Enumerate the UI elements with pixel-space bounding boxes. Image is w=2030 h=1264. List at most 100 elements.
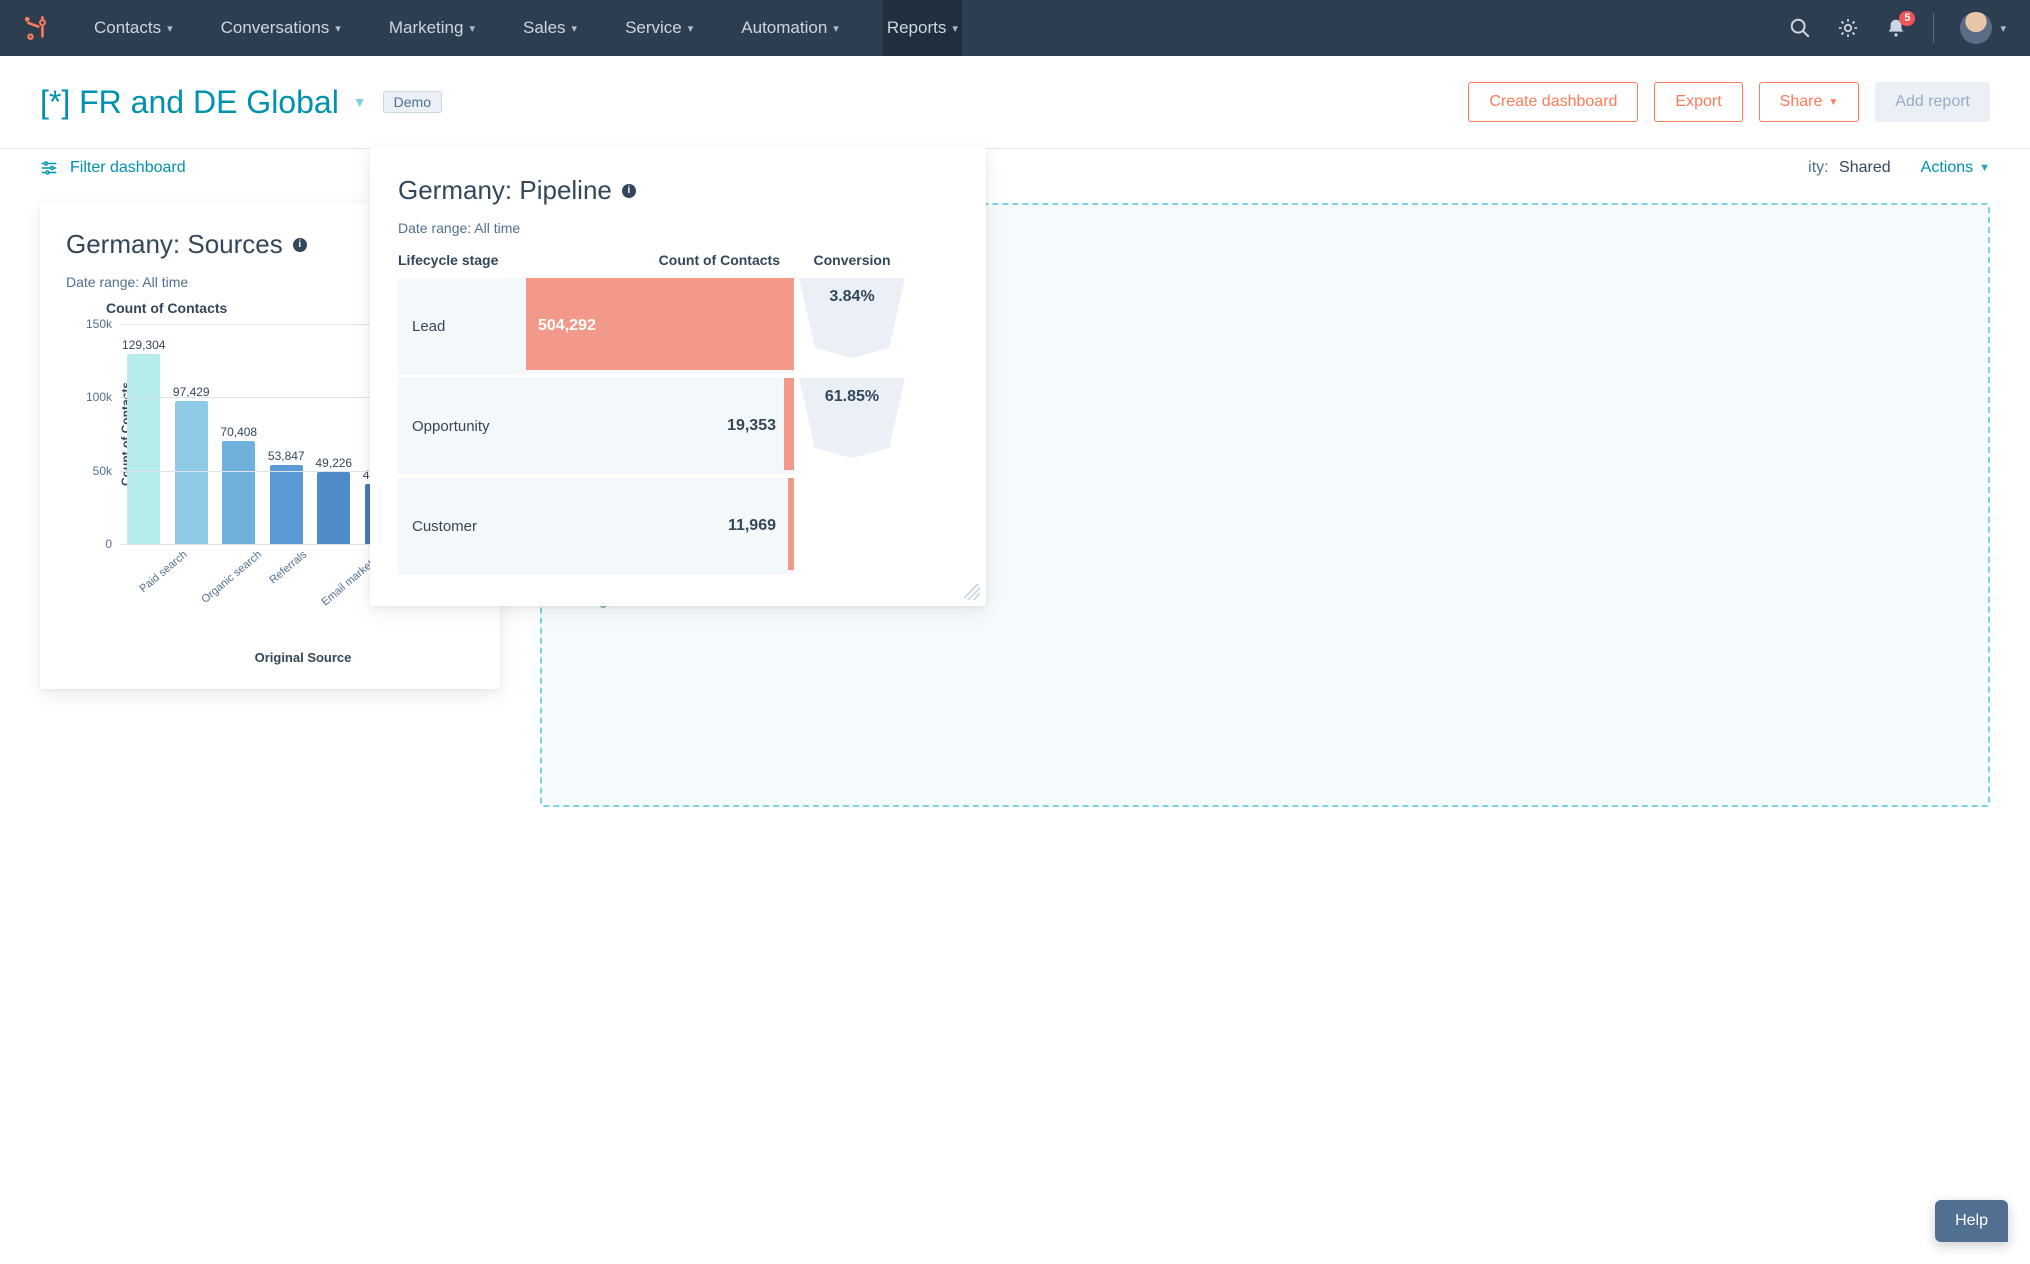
pipeline-row[interactable]: Lead 504,292 3.84% [398, 278, 976, 378]
notifications-icon[interactable]: 5 [1885, 17, 1907, 39]
account-menu[interactable]: ▾ [1960, 12, 2006, 44]
col-header-conv: Conversion [794, 252, 910, 268]
funnel-icon: 3.84% [799, 278, 905, 358]
chart-ytick: 50k [80, 464, 120, 478]
nav-item-label: Contacts [94, 18, 161, 38]
chart-bar[interactable]: 129,304 [120, 324, 168, 544]
chevron-down-icon: ▾ [469, 22, 475, 35]
chart-bar[interactable]: 53,847 [263, 324, 311, 544]
nav-item-marketing[interactable]: Marketing ▾ [385, 0, 479, 56]
search-icon[interactable] [1789, 17, 1811, 39]
pipeline-header-row: Lifecycle stage Count of Contacts Conver… [398, 236, 976, 278]
info-icon[interactable]: i [622, 184, 636, 198]
resize-handle-icon[interactable] [964, 584, 980, 600]
chevron-down-icon: ▼ [1979, 162, 1990, 174]
card-title: Germany: Pipeline i [398, 175, 976, 206]
nav-item-label: Automation [741, 18, 827, 38]
nav-item-label: Marketing [389, 18, 464, 38]
funnel-icon: 61.85% [799, 378, 905, 458]
chart-bar[interactable]: 70,408 [215, 324, 263, 544]
nav-item-sales[interactable]: Sales ▾ [519, 0, 581, 56]
visibility-indicator: ity: Shared [1808, 159, 1891, 177]
nav-item-service[interactable]: Service ▾ [621, 0, 697, 56]
pipeline-count-cell: 11,969 [526, 478, 794, 578]
chart-bar-value: 129,304 [122, 338, 165, 352]
pipeline-row[interactable]: Customer 11,969 [398, 478, 976, 578]
notification-badge: 5 [1899, 11, 1915, 26]
visibility-value: Shared [1839, 159, 1891, 176]
pipeline-count-value: 19,353 [727, 417, 776, 435]
chart-ytick: 0 [80, 537, 120, 551]
nav-item-label: Conversations [221, 18, 330, 38]
filter-dashboard-button[interactable]: Filter dashboard [40, 159, 186, 177]
chart-xtick: Organic search [196, 544, 292, 638]
card-title-text: Germany: Sources [66, 229, 283, 260]
pipeline-stage: Lead [398, 278, 526, 378]
pipeline-count-value: 504,292 [538, 317, 596, 335]
help-button[interactable]: Help [1935, 1200, 2008, 1242]
create-dashboard-button[interactable]: Create dashboard [1468, 82, 1638, 122]
dashboard-toolbar: Filter dashboard ity: Shared Actions ▼ [0, 148, 2030, 187]
nav-item-label: Reports [887, 18, 947, 38]
chevron-down-icon: ▼ [1828, 97, 1838, 108]
nav-menu: Contacts ▾ Conversations ▾ Marketing ▾ Sale… [90, 0, 1789, 56]
pipeline-conversion-cell: 3.84% [794, 278, 910, 378]
pipeline-count-cell: 19,353 [526, 378, 794, 478]
nav-item-conversations[interactable]: Conversations ▾ [217, 0, 345, 56]
report-card-pipeline[interactable]: Germany: Pipeline i Date range: All time… [370, 147, 986, 606]
chart-bar-value: 53,847 [268, 449, 305, 463]
hubspot-logo-icon[interactable] [24, 15, 50, 41]
chevron-down-icon: ▾ [2000, 22, 2006, 35]
chevron-down-icon: ▼ [353, 94, 367, 110]
chart-bar[interactable]: 49,226 [310, 324, 358, 544]
chevron-down-icon: ▾ [688, 22, 694, 35]
chevron-down-icon: ▾ [335, 22, 341, 35]
chart-ytick: 100k [80, 390, 120, 404]
top-nav: Contacts ▾ Conversations ▾ Marketing ▾ Sale… [0, 0, 2030, 56]
visibility-label: ity: [1808, 159, 1828, 176]
chevron-down-icon: ▾ [952, 22, 958, 35]
pipeline-row[interactable]: Opportunity 19,353 61.85% [398, 378, 976, 478]
chart-xtick: Referrals [263, 544, 336, 619]
nav-item-label: Service [625, 18, 682, 38]
gear-icon[interactable] [1837, 17, 1859, 39]
export-button[interactable]: Export [1654, 82, 1742, 122]
pipeline-stage: Opportunity [398, 378, 526, 478]
chart-xlabel: Original Source [106, 650, 500, 665]
sliders-icon [40, 159, 58, 177]
chart-ytick: 150k [80, 317, 120, 331]
chevron-down-icon: ▾ [833, 22, 839, 35]
info-icon[interactable]: i [293, 238, 307, 252]
add-report-button[interactable]: Add report [1875, 82, 1990, 122]
nav-divider [1933, 13, 1934, 43]
nav-item-contacts[interactable]: Contacts ▾ [90, 0, 177, 56]
chart-bar[interactable]: 97,429 [168, 324, 216, 544]
page-header: [*] FR and DE Global ▼ Demo Create dashb… [0, 56, 2030, 148]
pipeline-stage: Customer [398, 478, 526, 578]
pipeline-conversion-cell: 61.85% [794, 378, 910, 478]
demo-chip: Demo [383, 91, 442, 113]
pipeline-count-cell: 504,292 [526, 278, 794, 378]
nav-item-label: Sales [523, 18, 566, 38]
col-header-count: Count of Contacts [526, 252, 794, 268]
filter-label: Filter dashboard [70, 159, 186, 177]
share-button[interactable]: Share ▼ [1759, 82, 1860, 122]
pipeline-count-value: 11,969 [728, 517, 776, 535]
nav-item-reports[interactable]: Reports ▾ [883, 0, 962, 56]
date-range-label: Date range: All time [398, 220, 976, 236]
chevron-down-icon: ▾ [167, 22, 173, 35]
chart-bar-value: 49,226 [315, 456, 352, 470]
share-button-label: Share [1780, 93, 1823, 111]
actions-dropdown[interactable]: Actions ▼ [1921, 159, 1990, 177]
pipeline-conversion-cell [794, 478, 910, 578]
page-title: [*] FR and DE Global [40, 84, 339, 121]
card-title-text: Germany: Pipeline [398, 175, 612, 206]
avatar [1960, 12, 1992, 44]
dashboard-title-dropdown[interactable]: [*] FR and DE Global ▼ [40, 84, 367, 121]
nav-right: 5 ▾ [1789, 12, 2006, 44]
dashboard-canvas: Germany: Sources i Date range: All time … [0, 187, 2030, 807]
nav-item-automation[interactable]: Automation ▾ [737, 0, 843, 56]
chart-bar-value: 70,408 [220, 425, 257, 439]
col-header-stage: Lifecycle stage [398, 252, 526, 268]
chevron-down-icon: ▾ [572, 22, 578, 35]
